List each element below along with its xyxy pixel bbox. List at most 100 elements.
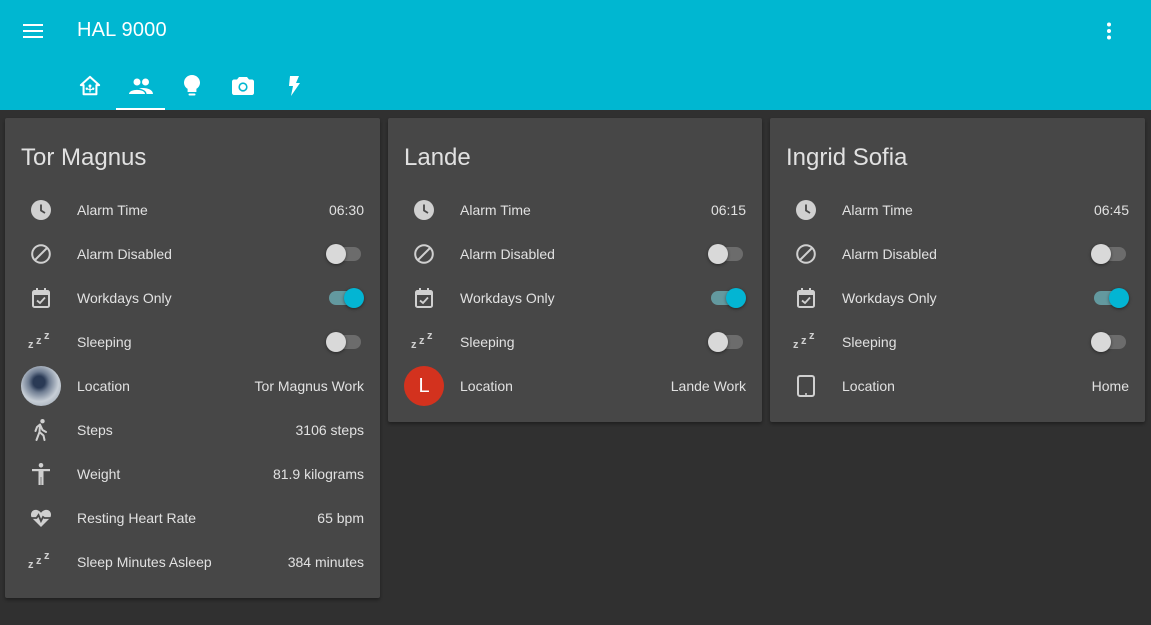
entity-row[interactable]: z z z Sleeping: [388, 322, 762, 362]
entity-row[interactable]: z z z Sleeping: [5, 322, 380, 362]
entity-value: 06:30: [328, 202, 364, 218]
entity-label: Alarm Disabled: [77, 246, 172, 262]
toggle-switch[interactable]: [326, 288, 364, 308]
entity-label: Sleep Minutes Asleep: [77, 554, 212, 570]
entity-value: 81.9 kilograms: [272, 466, 364, 482]
tab-home[interactable]: [64, 62, 115, 110]
app-header: HAL 9000: [0, 0, 1151, 110]
toggle-thumb: [326, 332, 346, 352]
toggle-thumb: [344, 288, 364, 308]
calendar-check-icon: [21, 278, 61, 318]
entity-label: Alarm Time: [460, 202, 531, 218]
entity-row[interactable]: Steps 3106 steps: [5, 410, 380, 450]
entity-row[interactable]: Alarm Time 06:30: [5, 190, 380, 230]
tablet-icon: [786, 366, 826, 406]
toggle-switch[interactable]: [1091, 332, 1129, 352]
app-title: HAL 9000: [77, 19, 167, 41]
cancel-icon: [21, 234, 61, 274]
entity-row[interactable]: z z z Sleeping: [770, 322, 1145, 362]
entity-row[interactable]: Workdays Only: [5, 278, 380, 318]
sleep-icon: zzz: [793, 330, 815, 351]
toggle-thumb: [326, 244, 346, 264]
view-tabs: [64, 62, 319, 110]
entity-label: Alarm Disabled: [842, 246, 937, 262]
entity-row[interactable]: Workdays Only: [770, 278, 1145, 318]
entity-label: Workdays Only: [77, 290, 172, 306]
toggle-thumb: [1091, 244, 1111, 264]
entity-label: Location: [460, 378, 513, 394]
entity-label: Sleeping: [460, 334, 515, 350]
entity-row[interactable]: Alarm Disabled: [5, 234, 380, 274]
entity-label: Alarm Disabled: [460, 246, 555, 262]
person-card: Ingrid Sofia Alarm Time 06:45 Alarm Disable…: [770, 118, 1145, 422]
entity-row[interactable]: Resting Heart Rate 65 bpm: [5, 498, 380, 538]
people-icon: [128, 78, 153, 94]
sleep-icon: zzz: [28, 330, 50, 351]
entity-value: 06:15: [710, 202, 746, 218]
entity-value: Home: [1091, 378, 1129, 394]
entity-row[interactable]: Workdays Only: [388, 278, 762, 318]
cancel-icon: [404, 234, 444, 274]
entity-row[interactable]: Alarm Time 06:45: [770, 190, 1145, 230]
card-title: Tor Magnus: [21, 144, 147, 171]
toggle-switch[interactable]: [708, 244, 746, 264]
menu-button[interactable]: [18, 16, 48, 46]
toggle-switch[interactable]: [326, 244, 364, 264]
menu-icon: [23, 24, 43, 38]
entity-label: Location: [77, 378, 130, 394]
avatar: [21, 366, 61, 406]
more-options-button[interactable]: [1094, 16, 1124, 46]
entity-row[interactable]: Alarm Disabled: [388, 234, 762, 274]
entity-row[interactable]: Location Home: [770, 366, 1145, 406]
tab-cameras[interactable]: [217, 62, 268, 110]
entity-label: Resting Heart Rate: [77, 510, 197, 526]
entity-label: Location: [842, 378, 895, 394]
tab-people[interactable]: [115, 62, 166, 110]
entity-label: Alarm Time: [77, 202, 148, 218]
entity-row[interactable]: L Location Lande Work: [388, 366, 762, 406]
sleep-icon: zzz: [28, 550, 50, 571]
toggle-thumb: [708, 332, 728, 352]
toggle-switch[interactable]: [1091, 288, 1129, 308]
tab-energy[interactable]: [268, 62, 319, 110]
home-assistant-icon: [79, 75, 100, 96]
human-icon: [21, 454, 61, 494]
entity-label: Steps: [77, 422, 113, 438]
entity-label: Workdays Only: [460, 290, 555, 306]
entity-label: Sleeping: [77, 334, 132, 350]
heart-pulse-icon: [21, 498, 61, 538]
entity-value: Lande Work: [670, 378, 746, 394]
entity-value: 06:45: [1093, 202, 1129, 218]
tab-lights[interactable]: [166, 62, 217, 110]
clock-icon: [21, 190, 61, 230]
clock-icon: [786, 190, 826, 230]
entity-value: 3106 steps: [295, 422, 365, 438]
entity-row[interactable]: z z z Sleep Minutes Asleep 384 minutes: [5, 542, 380, 582]
entity-value: 65 bpm: [317, 510, 364, 526]
card-title: Ingrid Sofia: [786, 144, 908, 171]
entity-row[interactable]: Alarm Time 06:15: [388, 190, 762, 230]
toggle-thumb: [726, 288, 746, 308]
flash-icon: [288, 76, 300, 96]
lightbulb-icon: [183, 75, 200, 96]
more-vert-icon: [1107, 22, 1111, 40]
calendar-check-icon: [404, 278, 444, 318]
camera-icon: [231, 77, 254, 95]
entity-row[interactable]: Location Tor Magnus Work: [5, 366, 380, 406]
walk-icon: [21, 410, 61, 450]
toggle-switch[interactable]: [708, 288, 746, 308]
toggle-switch[interactable]: [708, 332, 746, 352]
entity-label: Weight: [77, 466, 121, 482]
clock-icon: [404, 190, 444, 230]
entity-row[interactable]: Alarm Disabled: [770, 234, 1145, 274]
calendar-check-icon: [786, 278, 826, 318]
entity-label: Sleeping: [842, 334, 897, 350]
person-card: Tor Magnus Alarm Time 06:30 Alarm Disabled W…: [5, 118, 380, 598]
entity-label: Workdays Only: [842, 290, 937, 306]
toggle-switch[interactable]: [1091, 244, 1129, 264]
entity-value: Tor Magnus Work: [254, 378, 364, 394]
toggle-switch[interactable]: [326, 332, 364, 352]
entity-value: 384 minutes: [287, 554, 364, 570]
entity-row[interactable]: Weight 81.9 kilograms: [5, 454, 380, 494]
person-card: Lande Alarm Time 06:15 Alarm Disabled Workda…: [388, 118, 762, 422]
